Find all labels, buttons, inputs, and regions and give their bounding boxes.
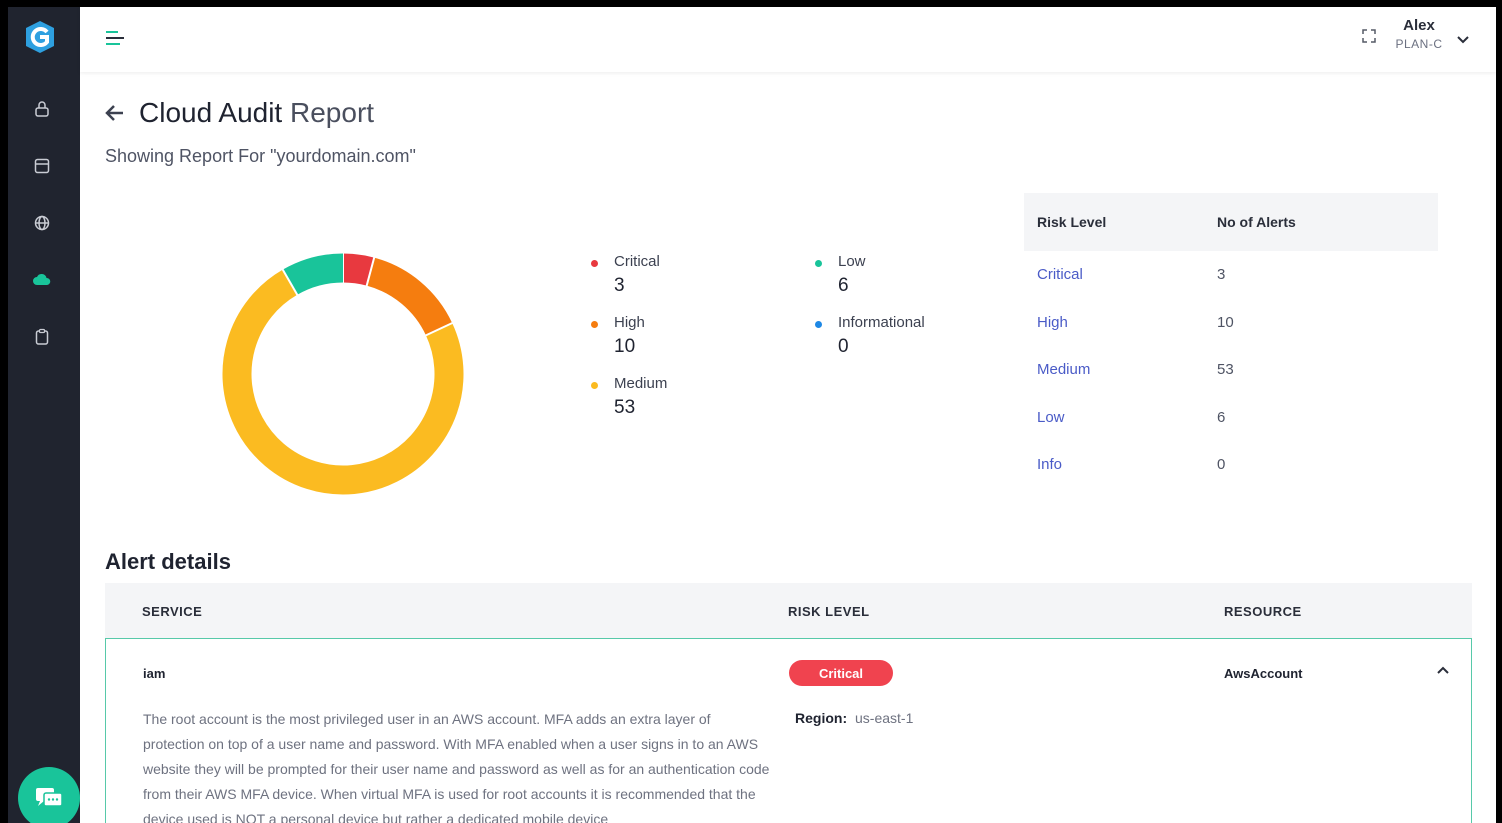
sidebar-item-web[interactable] <box>28 152 56 180</box>
expand-icon <box>1362 29 1376 43</box>
risk-level-link[interactable]: Low <box>1024 409 1217 426</box>
region-label: Region: <box>795 710 848 726</box>
globe-icon <box>34 215 50 231</box>
table-row: Critical 3 <box>1024 251 1438 299</box>
arrow-left-icon <box>105 105 123 121</box>
chat-button[interactable] <box>18 767 80 823</box>
legend-dot <box>591 382 598 389</box>
user-plan: PLAN-C <box>1395 37 1443 51</box>
fullscreen-button[interactable] <box>1360 27 1378 45</box>
risk-summary-table: Risk Level No of Alerts Critical 3 High … <box>1024 193 1438 489</box>
donut-slice-low <box>282 253 344 295</box>
sidebar-item-security[interactable] <box>28 95 56 123</box>
alert-details-heading: Alert details <box>105 549 231 574</box>
legend-dot <box>815 321 822 328</box>
page-title-main: Cloud Audit <box>139 97 283 128</box>
top-bar: Alex PLAN-C <box>80 7 1496 72</box>
legend-dot <box>591 260 598 267</box>
user-menu-toggle[interactable] <box>1455 31 1471 47</box>
page-title: Cloud Audit Report <box>139 97 374 129</box>
cloud-icon <box>33 273 51 285</box>
user-profile[interactable]: Alex PLAN-C <box>1390 17 1448 51</box>
legend-value: 53 <box>614 397 636 418</box>
risk-table-header: Risk Level No of Alerts <box>1024 193 1438 251</box>
alert-service: iam <box>143 666 166 681</box>
legend-label: Low <box>838 253 866 270</box>
menu-icon <box>106 31 124 45</box>
risk-level-link[interactable]: Medium <box>1024 361 1217 378</box>
legend-label: Informational <box>838 314 925 331</box>
risk-donut-chart <box>222 252 464 495</box>
table-row: Info 0 <box>1024 441 1438 489</box>
col-resource: RESOURCE <box>1224 604 1302 619</box>
col-risk-level: Risk Level <box>1037 214 1107 230</box>
user-name: Alex <box>1403 17 1435 34</box>
chevron-up-icon <box>1437 666 1449 674</box>
brand-logo[interactable] <box>22 19 58 55</box>
sidebar-item-cloud[interactable] <box>28 266 56 294</box>
alert-count: 3 <box>1217 266 1226 284</box>
alert-resource: AwsAccount <box>1224 666 1303 681</box>
collapse-row-button[interactable] <box>1435 663 1451 679</box>
legend-value: 3 <box>614 275 625 296</box>
legend-value: 6 <box>838 275 849 296</box>
back-button[interactable] <box>104 102 126 124</box>
alert-count: 53 <box>1217 361 1234 379</box>
risk-level-link[interactable]: High <box>1024 314 1217 331</box>
region-value: us-east-1 <box>855 710 914 726</box>
alert-region: Region: us-east-1 <box>795 710 913 726</box>
page-subtitle: Showing Report For "yourdomain.com" <box>105 146 416 166</box>
table-row: Medium 53 <box>1024 346 1438 394</box>
donut-slice-high <box>366 257 453 336</box>
alert-count: 10 <box>1217 313 1234 331</box>
col-risk-level: RISK LEVEL <box>788 604 870 619</box>
legend-dot <box>815 260 822 267</box>
sidebar-item-domain[interactable] <box>28 209 56 237</box>
col-no-of-alerts: No of Alerts <box>1217 214 1296 230</box>
legend-label: Critical <box>614 253 660 270</box>
legend-label: Medium <box>614 375 668 392</box>
risk-level-link[interactable]: Info <box>1024 456 1217 473</box>
col-service: SERVICE <box>142 604 203 619</box>
alert-description: The root account is the most privileged … <box>143 711 770 823</box>
chevron-down-icon <box>1457 36 1469 44</box>
page-title-accent: Report <box>290 97 375 128</box>
legend-dot <box>591 321 598 328</box>
risk-badge: Critical <box>789 660 893 686</box>
legend-value: 0 <box>838 336 849 357</box>
legend-label: High <box>614 314 645 331</box>
browser-window-icon <box>34 158 50 174</box>
lock-icon <box>35 101 49 117</box>
alert-count: 6 <box>1217 408 1226 426</box>
donut-slice-critical <box>342 253 375 286</box>
table-row: High 10 <box>1024 299 1438 347</box>
clipboard-icon <box>35 328 49 345</box>
menu-toggle-button[interactable] <box>104 27 126 49</box>
alert-details-table: SERVICE RISK LEVEL RESOURCE iam Critical… <box>105 583 1472 823</box>
alert-count: 0 <box>1217 456 1226 474</box>
risk-level-link[interactable]: Critical <box>1024 266 1217 283</box>
alert-row[interactable]: iam Critical AwsAccount The root account… <box>105 638 1472 823</box>
legend-value: 10 <box>614 336 636 357</box>
sidebar-item-reports[interactable] <box>28 323 56 351</box>
chat-icon <box>36 788 63 807</box>
table-row: Low 6 <box>1024 394 1438 442</box>
alert-table-header: SERVICE RISK LEVEL RESOURCE <box>105 583 1472 638</box>
app-frame: Alex PLAN-C Cloud Audit Report Showing R… <box>8 7 1496 823</box>
sidebar <box>8 7 80 823</box>
